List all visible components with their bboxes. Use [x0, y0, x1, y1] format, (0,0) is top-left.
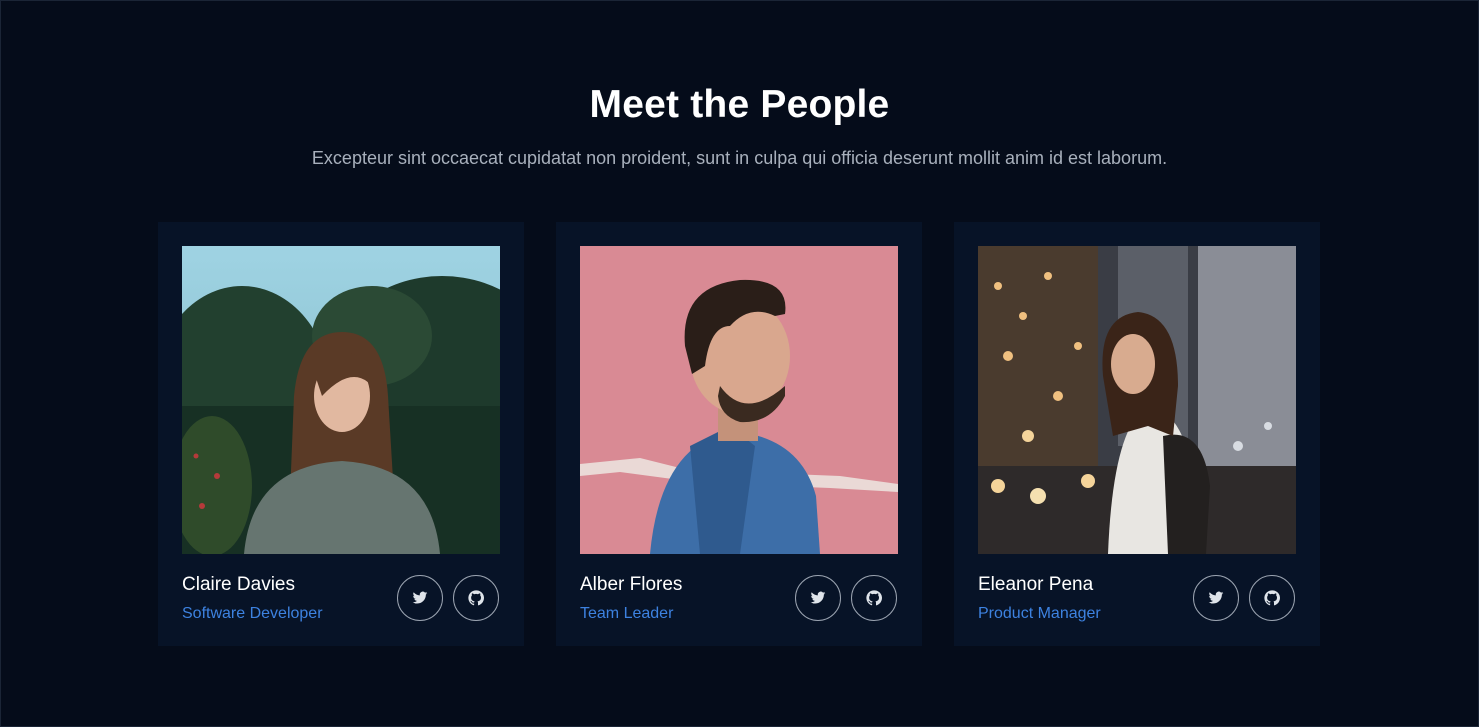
person-photo	[182, 246, 500, 554]
github-icon	[468, 590, 484, 606]
man-portrait-image	[580, 246, 898, 554]
person-name: Alber Flores	[580, 574, 683, 595]
twitter-icon	[412, 591, 428, 604]
city-portrait-image	[978, 246, 1296, 554]
person-photo	[978, 246, 1296, 554]
github-button[interactable]	[453, 575, 499, 621]
team-card: Alber Flores Team Leader	[556, 222, 922, 646]
person-role[interactable]: Software Developer	[182, 605, 323, 623]
person-role[interactable]: Team Leader	[580, 605, 673, 623]
section-subtitle: Excepteur sint occaecat cupidatat non pr…	[311, 148, 1168, 168]
twitter-button[interactable]	[397, 575, 443, 621]
github-button[interactable]	[1249, 575, 1295, 621]
team-card: Claire Davies Software Developer	[158, 222, 524, 646]
woman-portrait-image	[182, 246, 500, 554]
github-icon	[866, 590, 882, 606]
twitter-icon	[1208, 591, 1224, 604]
person-role[interactable]: Product Manager	[978, 605, 1101, 623]
section-title: Meet the People	[589, 83, 890, 126]
github-button[interactable]	[851, 575, 897, 621]
team-card: Eleanor Pena Product Manager	[954, 222, 1320, 646]
twitter-icon	[810, 591, 826, 604]
twitter-button[interactable]	[795, 575, 841, 621]
person-photo	[580, 246, 898, 554]
person-name: Eleanor Pena	[978, 574, 1094, 595]
person-name: Claire Davies	[182, 574, 295, 595]
twitter-button[interactable]	[1193, 575, 1239, 621]
team-section: Meet the People Excepteur sint occaecat …	[0, 0, 1479, 727]
github-icon	[1264, 590, 1280, 606]
